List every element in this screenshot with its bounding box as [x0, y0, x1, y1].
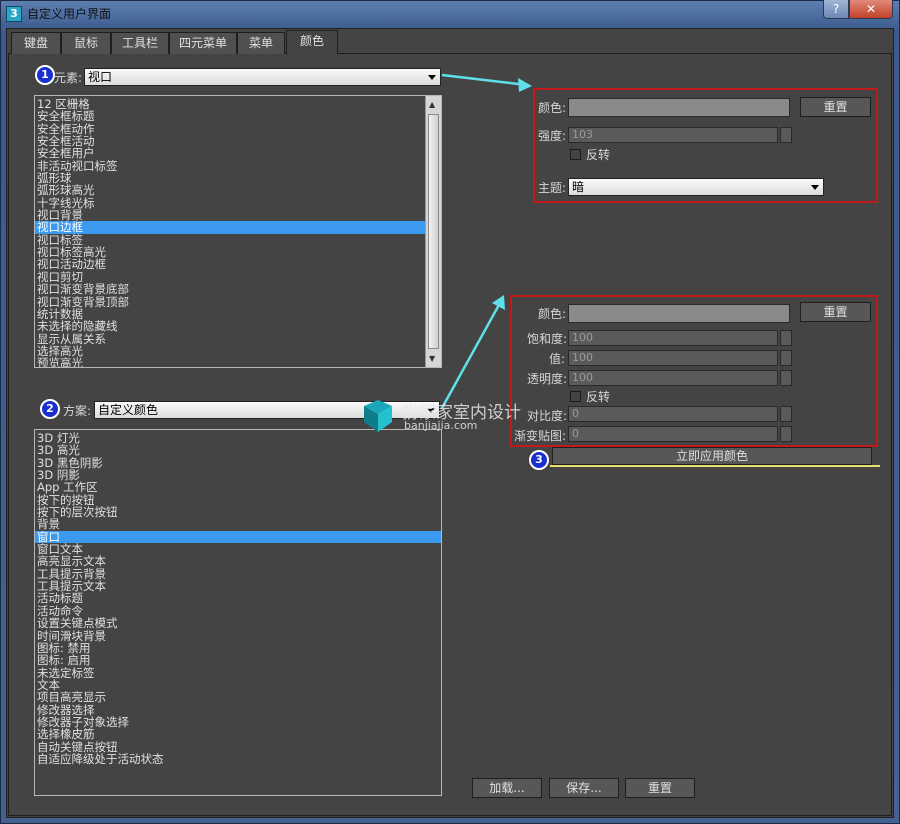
list-item[interactable]: 视口活动边框 — [35, 258, 425, 270]
transparency-spinner-arrows[interactable] — [780, 370, 792, 386]
tab-quad-menus[interactable]: 四元菜单 — [169, 32, 237, 54]
scheme-color-label: 颜色: — [538, 307, 567, 321]
theme-label: 主题: — [538, 181, 567, 195]
list-item[interactable]: 项目高亮显示 — [35, 691, 441, 703]
scroll-down-icon[interactable]: ▼ — [429, 354, 435, 363]
annotation-badge-2: 2 — [40, 399, 60, 419]
save-button[interactable]: 保存... — [549, 778, 619, 798]
tab-keyboard[interactable]: 键盘 — [11, 32, 61, 54]
list-item[interactable]: 显示从属关系 — [35, 332, 425, 345]
list-item[interactable]: 3D 黑色阴影 — [35, 457, 441, 469]
saturation-spinner-arrows[interactable] — [780, 330, 792, 346]
tab-menus[interactable]: 菜单 — [237, 32, 285, 54]
elements-listbox[interactable]: 12 区栅格 安全框标题 安全框动作 安全框活动 安全框用户 非活动视口标签 弧形球 弧形球高… — [34, 95, 442, 368]
list-item[interactable]: 设置关键点模式 — [35, 617, 441, 629]
transparency-label: 透明度: — [527, 372, 568, 386]
list-item[interactable]: 视口边框 — [35, 221, 425, 234]
value-spinner-arrows[interactable] — [780, 350, 792, 366]
list-item[interactable]: 选择高光 — [35, 345, 425, 357]
tab-toolbars[interactable]: 工具栏 — [111, 32, 169, 54]
elements-dropdown[interactable]: 视口 — [84, 68, 441, 86]
scroll-thumb[interactable] — [428, 114, 439, 349]
list-item[interactable]: 视口渐变背景底部 — [35, 283, 425, 295]
theme-dropdown[interactable]: 暗 — [568, 178, 824, 196]
list-item[interactable]: 安全框标题 — [35, 110, 425, 122]
list-item[interactable]: 自适应降级处于活动状态 — [35, 753, 441, 765]
saturation-field[interactable]: 100 — [568, 330, 778, 346]
window-title: 自定义用户界面 — [27, 7, 112, 21]
saturation-label: 饱和度: — [527, 332, 568, 346]
element-reset-button[interactable]: 重置 — [800, 97, 871, 117]
close-button[interactable]: ✕ — [849, 0, 893, 19]
gradient-map-field[interactable]: 0 — [568, 426, 778, 442]
load-button[interactable]: 加载... — [472, 778, 542, 798]
elements-items: 12 区栅格 安全框标题 安全框动作 安全框活动 安全框用户 非活动视口标签 弧形球 弧形球高… — [35, 98, 425, 367]
value-field[interactable]: 100 — [568, 350, 778, 366]
scheme-items: 3D 灯光 3D 高光 3D 黑色阴影 3D 阴影 App 工作区 按下的按钮 按下的层次按… — [35, 432, 441, 765]
scheme-listbox[interactable]: 3D 灯光 3D 高光 3D 黑色阴影 3D 阴影 App 工作区 按下的按钮 按下的层次按… — [34, 429, 442, 796]
list-item[interactable]: 按下的层次按钮 — [35, 506, 441, 518]
list-item[interactable]: 高亮显示文本 — [35, 555, 441, 567]
list-item[interactable]: 窗口 — [35, 531, 441, 544]
elements-scrollbar[interactable]: ▲ ▼ — [425, 96, 441, 367]
list-item[interactable]: 弧形球高光 — [35, 184, 425, 196]
scheme-label: 方案: — [63, 404, 92, 418]
tab-colors[interactable]: 颜色 — [286, 30, 338, 54]
intensity-field[interactable]: 103 — [568, 127, 778, 143]
list-item[interactable]: 工具提示文本 — [35, 580, 441, 592]
annotation-badge-1: 1 — [35, 65, 55, 85]
list-item[interactable]: 图标: 启用 — [35, 654, 441, 666]
gradient-map-spinner-arrows[interactable] — [780, 426, 792, 442]
list-item[interactable]: 视口背景 — [35, 209, 425, 221]
watermark-url: banjiajia.com — [404, 419, 478, 432]
intensity-label: 强度: — [538, 129, 567, 143]
list-item[interactable]: 视口渐变背景顶部 — [35, 295, 425, 308]
list-item[interactable]: 图标: 禁用 — [35, 642, 441, 654]
list-item[interactable]: 非活动视口标签 — [35, 160, 425, 172]
contrast-spinner-arrows[interactable] — [780, 406, 792, 422]
element-color-swatch[interactable] — [568, 98, 790, 117]
app-icon: 3 — [6, 6, 22, 22]
scheme-reset-button[interactable]: 重置 — [800, 302, 871, 322]
chevron-down-icon — [428, 75, 436, 80]
watermark-logo — [360, 398, 396, 434]
contrast-label: 对比度: — [527, 409, 568, 423]
transparency-field[interactable]: 100 — [568, 370, 778, 386]
element-invert-checkbox[interactable] — [570, 149, 581, 160]
scheme-invert-label: 反转 — [586, 390, 611, 404]
reset-scheme-button[interactable]: 重置 — [625, 778, 695, 798]
list-item[interactable]: 未选择的隐藏线 — [35, 320, 425, 332]
scheme-invert-checkbox[interactable] — [570, 391, 581, 402]
scheme-dropdown-value: 自定义颜色 — [98, 403, 159, 417]
value-label: 值: — [549, 352, 566, 366]
intensity-spinner-arrows[interactable] — [780, 127, 792, 143]
help-button[interactable]: ? — [823, 0, 849, 19]
list-item[interactable]: 安全框用户 — [35, 147, 425, 159]
apply-underline-annotation — [550, 465, 880, 467]
list-item[interactable]: 十字线光标 — [35, 197, 425, 209]
list-item[interactable]: 活动标题 — [35, 592, 441, 604]
scroll-up-icon[interactable]: ▲ — [429, 100, 435, 109]
elements-dropdown-value: 视口 — [88, 70, 113, 84]
list-item[interactable]: 预览高光 — [35, 357, 425, 367]
list-item[interactable]: 背景 — [35, 518, 441, 530]
contrast-field[interactable]: 0 — [568, 406, 778, 422]
list-item[interactable]: 3D 高光 — [35, 444, 441, 456]
element-invert-label: 反转 — [586, 148, 611, 162]
scheme-color-swatch[interactable] — [568, 304, 790, 323]
gradient-map-label: 渐变贴图: — [514, 429, 567, 443]
title-bar[interactable]: 3 自定义用户界面 ? ✕ — [0, 0, 900, 28]
apply-colors-button[interactable]: 立即应用颜色 — [552, 447, 872, 465]
theme-dropdown-value: 暗 — [572, 180, 585, 194]
annotation-badge-3: 3 — [529, 450, 549, 470]
list-item[interactable]: 修改器子对象选择 — [35, 716, 441, 728]
list-item[interactable]: 时间滑块背景 — [35, 629, 441, 642]
list-item[interactable]: App 工作区 — [35, 481, 441, 493]
elements-label: 元素: — [54, 71, 83, 85]
element-color-label: 颜色: — [538, 101, 567, 115]
list-item[interactable]: 选择橡皮筋 — [35, 728, 441, 740]
tab-mouse[interactable]: 鼠标 — [61, 32, 111, 54]
chevron-down-icon — [811, 185, 819, 190]
list-item[interactable]: 未选定标签 — [35, 666, 441, 679]
